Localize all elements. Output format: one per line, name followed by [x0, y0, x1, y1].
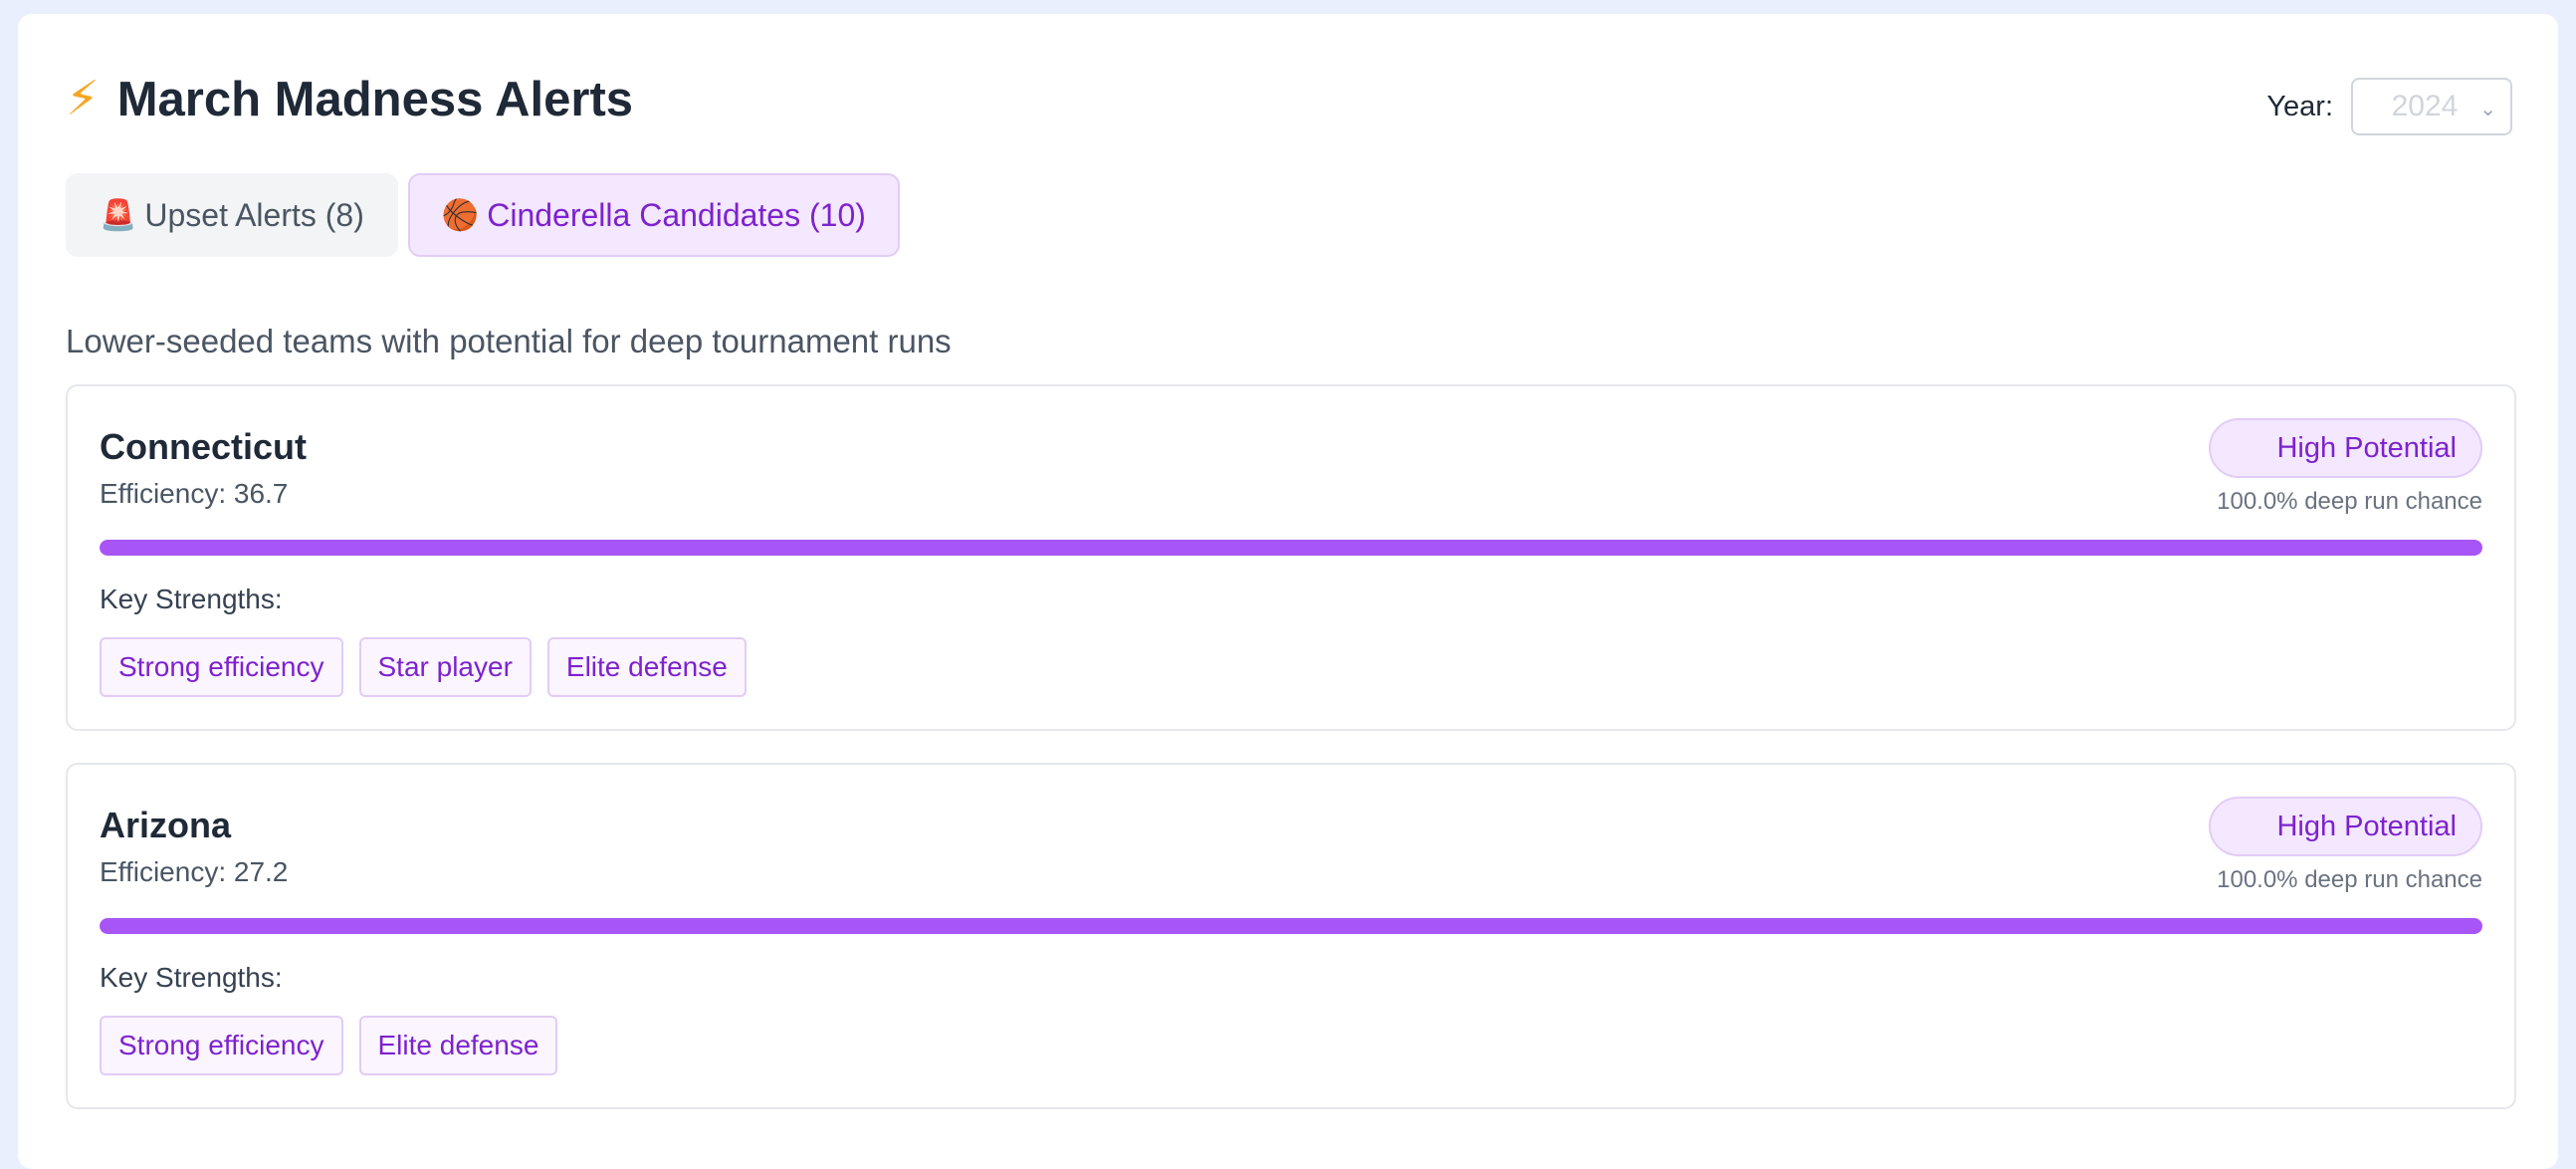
tab-cinderella-candidates[interactable]: 🏀 Cinderella Candidates (10) — [407, 173, 900, 257]
strength-chip: Strong efficiency — [100, 1016, 343, 1075]
tab-upset-alerts-label: Upset Alerts (8) — [144, 196, 364, 233]
year-label: Year: — [2266, 90, 2333, 122]
key-strengths-label: Key Strengths: — [100, 962, 283, 993]
strength-chips: Strong efficiency Star player Elite defe… — [100, 637, 747, 697]
strength-chip: Star player — [358, 637, 532, 697]
chance-progress-fill — [100, 918, 2482, 934]
key-strengths-label: Key Strengths: — [100, 584, 283, 614]
year-select-value: 2024 — [2391, 90, 2459, 122]
strength-chip: Elite defense — [358, 1016, 558, 1075]
strength-chip: Strong efficiency — [100, 637, 343, 697]
team-efficiency: Efficiency: 27.2 — [100, 856, 289, 887]
team-efficiency: Efficiency: 36.7 — [100, 478, 289, 509]
chevron-down-icon: ⌄ — [2479, 99, 2496, 120]
chance-progress-bar — [100, 540, 2482, 556]
chance-progress-fill — [100, 540, 2482, 556]
potential-badge: High Potential — [2209, 797, 2482, 856]
basketball-icon: 🏀 — [441, 198, 480, 232]
siren-icon: 🚨 — [100, 198, 137, 232]
tab-bar: 🚨 Upset Alerts (8) 🏀 Cinderella Candidat… — [66, 173, 900, 257]
tab-upset-alerts[interactable]: 🚨 Upset Alerts (8) — [66, 173, 398, 257]
lightning-icon: ⚡ — [66, 73, 100, 125]
chance-progress-bar — [100, 918, 2482, 934]
deep-run-chance: 100.0% deep run chance — [2217, 488, 2482, 515]
team-name: Connecticut — [100, 426, 308, 467]
strength-chips: Strong efficiency Elite defense — [100, 1016, 558, 1075]
deep-run-chance: 100.0% deep run chance — [2217, 866, 2482, 893]
page-title-text: March Madness Alerts — [116, 73, 634, 126]
team-card: Arizona Efficiency: 27.2 High Potential … — [66, 763, 2516, 1109]
page-title: ⚡ March Madness Alerts — [66, 72, 633, 127]
section-description: Lower-seeded teams with potential for de… — [66, 323, 952, 359]
header: ⚡ March Madness Alerts Year: 2024 ⌄ — [66, 64, 2512, 149]
tab-cinderella-candidates-label: Cinderella Candidates (10) — [487, 196, 866, 233]
main-panel: ⚡ March Madness Alerts Year: 2024 ⌄ 🚨 Up… — [18, 14, 2558, 1169]
team-name: Arizona — [100, 805, 232, 845]
team-card: Connecticut Efficiency: 36.7 High Potent… — [66, 384, 2516, 731]
year-select[interactable]: 2024 ⌄ — [2351, 78, 2512, 135]
year-filter: Year: 2024 ⌄ — [2266, 78, 2512, 135]
strength-chip: Elite defense — [546, 637, 747, 697]
potential-badge: High Potential — [2209, 418, 2482, 478]
